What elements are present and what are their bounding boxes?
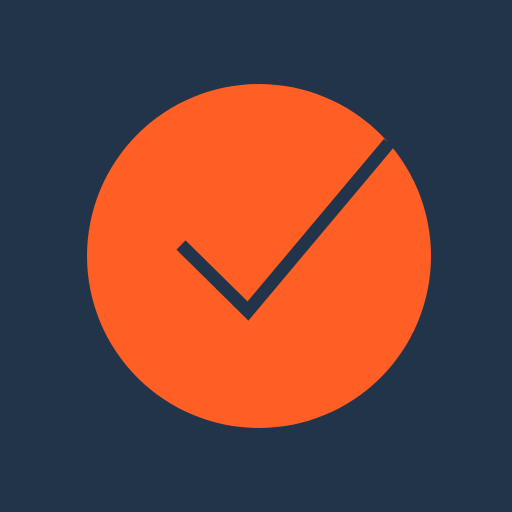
- orange-circle: [87, 84, 431, 428]
- checkmark-tip: [388, 119, 410, 143]
- checkmark-circle-icon: [0, 0, 512, 512]
- app-icon: [0, 0, 512, 512]
